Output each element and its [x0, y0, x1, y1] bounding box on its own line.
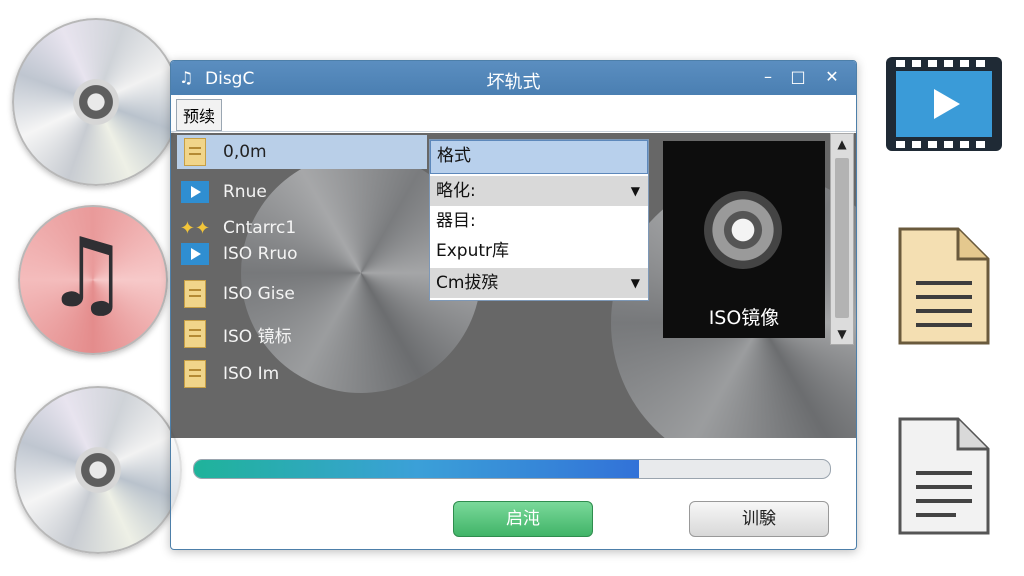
scroll-up-icon[interactable]: ▲ [831, 134, 853, 154]
menu-bar: 预续 [171, 95, 856, 132]
file-label: 0,0m [223, 142, 267, 162]
document-icon [184, 360, 206, 388]
disc-icon [704, 191, 782, 269]
scroll-thumb[interactable] [835, 158, 849, 318]
scrollbar[interactable]: ▲ ▼ [830, 133, 854, 345]
file-label: ISO Im [223, 364, 280, 384]
minimize-button[interactable]: – [756, 66, 780, 88]
format-option[interactable]: Exputr库 [430, 236, 648, 266]
dropdown-label: Cm拔殡 [436, 273, 499, 293]
document-icon [184, 320, 206, 348]
format-header[interactable]: 格式 [430, 140, 648, 174]
document-icon [184, 138, 206, 166]
iso-preview: ISO镜像 [663, 141, 825, 338]
window-title: 坏轨式 [486, 72, 541, 93]
close-button[interactable]: ✕ [820, 66, 844, 88]
file-list: 0,0m Rnue ✦✦ Cntarrc1 ISO Rruo ISO Gise … [171, 133, 429, 438]
file-list-item[interactable]: ISO Im [177, 357, 427, 391]
format-option[interactable]: 器目: [430, 206, 648, 236]
menu-item[interactable]: 预续 [176, 99, 223, 131]
dropdown-arrow-icon[interactable]: ▼ [631, 268, 640, 298]
file-list-item[interactable]: 0,0m [177, 135, 427, 169]
file-label: ISO 镜标 [223, 326, 292, 347]
file-label: ISO Gise [223, 284, 295, 304]
maximize-button[interactable]: □ [786, 66, 810, 88]
file-label: Cntarrc1 [223, 218, 297, 238]
disc-icon [14, 386, 182, 554]
sparkle-icon: ✦✦ [179, 217, 211, 239]
format-header-label: 格式 [437, 146, 471, 166]
file-list-item[interactable]: ISO 镜标 [177, 317, 427, 351]
content-pane: 0,0m Rnue ✦✦ Cntarrc1 ISO Rruo ISO Gise … [171, 133, 856, 438]
start-button[interactable]: 启沌 [453, 501, 593, 537]
dropdown-arrow-icon[interactable]: ▼ [631, 176, 640, 206]
document-file-icon [898, 417, 990, 535]
dropdown-label: 略化: [436, 181, 476, 201]
play-icon [181, 243, 209, 265]
file-list-item[interactable]: ISO Rruo [177, 237, 427, 271]
preview-label: ISO镜像 [708, 307, 780, 329]
progress-fill [194, 460, 640, 478]
option-label: Exputr库 [436, 241, 510, 261]
file-label: Rnue [223, 182, 267, 202]
disc-icon [12, 18, 180, 186]
file-list-item[interactable]: Rnue [177, 175, 427, 209]
title-bar: ♫ DisgC 坏轨式 – □ ✕ [171, 61, 856, 95]
file-label: ISO Rruo [223, 244, 298, 264]
scroll-down-icon[interactable]: ▼ [831, 324, 853, 344]
cancel-button[interactable]: 训験 [689, 501, 829, 537]
play-icon [181, 181, 209, 203]
app-window: ♫ DisgC 坏轨式 – □ ✕ 预续 0,0m Rnue ✦✦ Cntarr… [170, 60, 857, 550]
progress-bar [193, 459, 831, 479]
text-file-icon [898, 227, 990, 345]
format-dropdown[interactable]: 略化: ▼ [430, 176, 648, 206]
music-note-icon: ♫ [44, 217, 131, 329]
file-list-item[interactable]: ISO Gise [177, 277, 427, 311]
format-panel: 格式 略化: ▼ 器目: Exputr库 Cm拔殡 ▼ [429, 139, 649, 301]
format-dropdown[interactable]: Cm拔殡 ▼ [430, 268, 648, 298]
video-file-icon [886, 57, 1002, 151]
document-icon [184, 280, 206, 308]
option-label: 器目: [436, 211, 476, 231]
